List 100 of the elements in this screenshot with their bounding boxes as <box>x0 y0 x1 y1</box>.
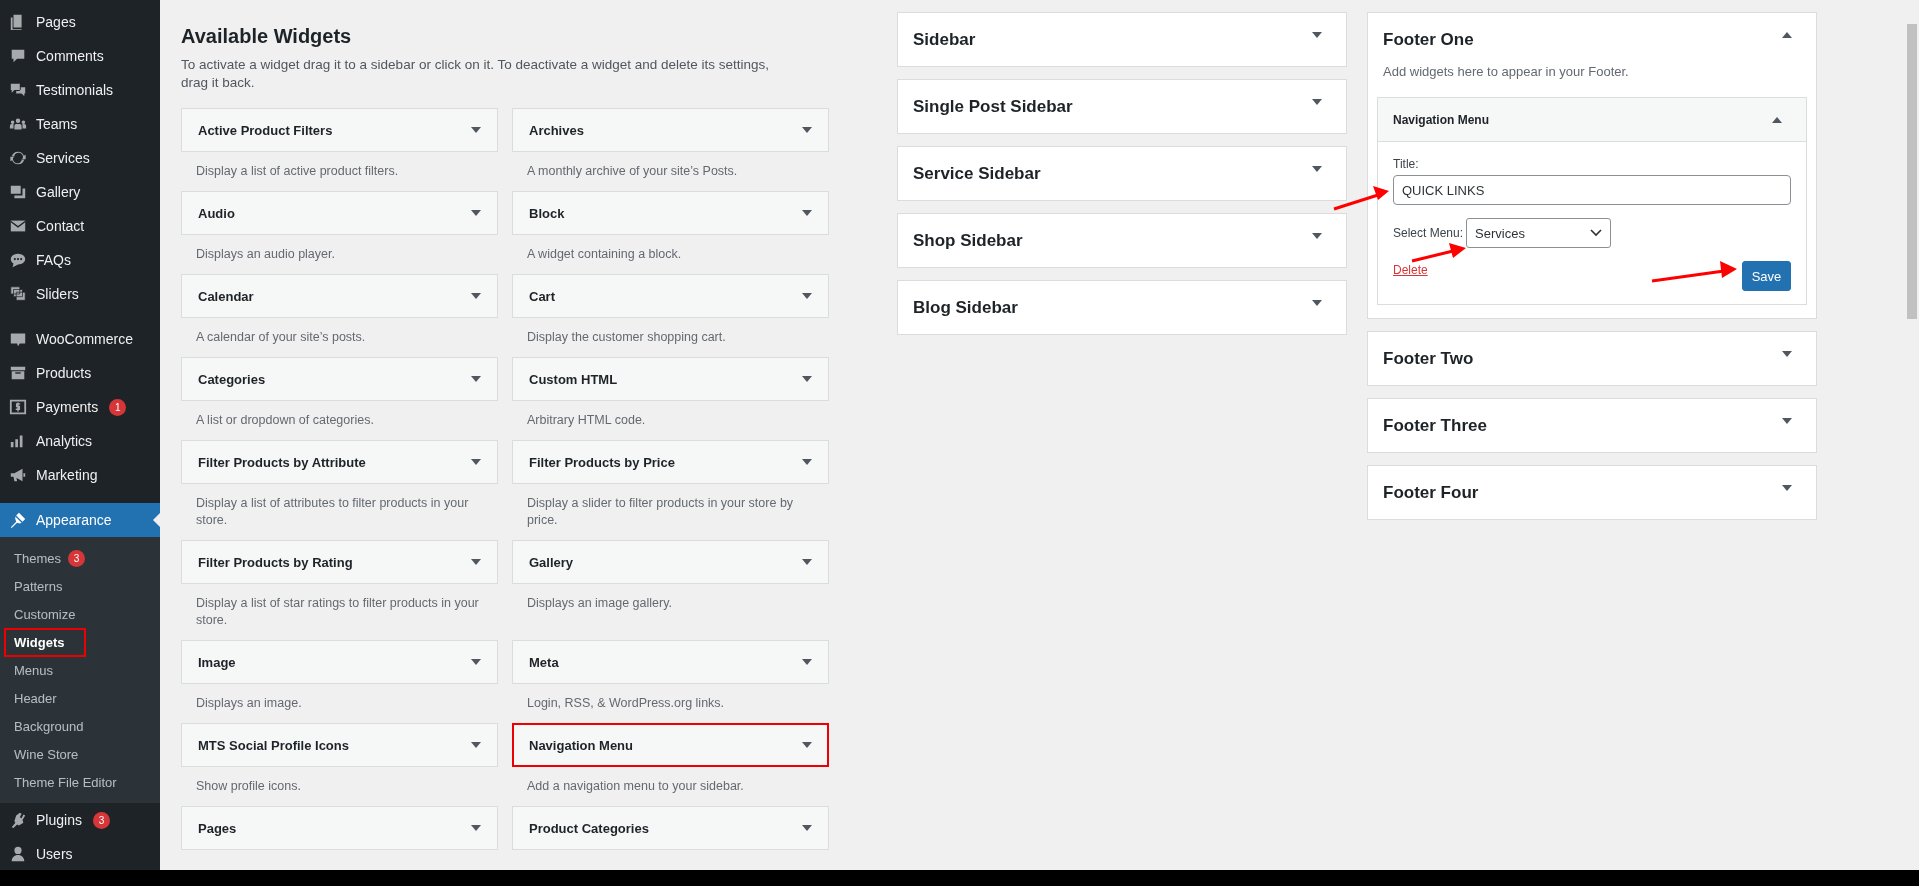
menu-item[interactable]: Gallery <box>0 175 160 209</box>
widget-header[interactable]: Meta <box>512 640 829 684</box>
menu-item[interactable]: Contact <box>0 209 160 243</box>
submenu-item[interactable]: Header <box>4 683 67 713</box>
widget-title: Audio <box>198 205 235 221</box>
widget-title: Categories <box>198 371 266 387</box>
section-title: Available Widgets <box>181 25 353 48</box>
sidebar-panel[interactable]: Single Post Sidebar <box>897 79 1347 134</box>
widget-header[interactable]: Filter Products by Price <box>512 440 829 484</box>
menu-item[interactable]: Services <box>0 141 160 175</box>
widget-title: Meta <box>529 654 559 670</box>
sidebar-description: Add widgets here to appear in your Footer. <box>1382 64 1630 81</box>
field-label: Title: <box>1393 157 1420 171</box>
sidebar-title: Blog Sidebar <box>913 297 1018 318</box>
widget-description: A widget containing a block. <box>526 246 683 263</box>
menu-item[interactable]: Sliders <box>0 277 160 311</box>
sidebar-panel[interactable]: Shop Sidebar <box>897 213 1347 268</box>
sidebar-title: Shop Sidebar <box>913 230 1023 251</box>
widget-header[interactable]: Archives <box>512 108 829 152</box>
sidebar-title: Footer Three <box>1383 415 1487 436</box>
widget-header[interactable]: Image <box>181 640 498 684</box>
widget-header[interactable]: Pages <box>181 806 498 850</box>
widget-description: Display a list of attributes to filter products in your store. <box>195 495 470 529</box>
count-badge: 1 <box>109 398 127 416</box>
widget-header[interactable]: Custom HTML <box>512 357 829 401</box>
field-label: Select Menu: <box>1393 226 1464 240</box>
widget-header[interactable]: Categories <box>181 357 498 401</box>
widget-description: A list or dropdown of categories. <box>195 412 375 429</box>
widget-header[interactable]: MTS Social Profile Icons <box>181 723 498 767</box>
submenu-item[interactable]: Theme File Editor <box>4 767 127 797</box>
save-button[interactable]: Save <box>1742 261 1791 291</box>
widget-description: Arbitrary HTML code. <box>526 412 647 429</box>
menu-item[interactable]: Appearance <box>0 503 160 537</box>
widget-header[interactable]: Active Product Filters <box>181 108 498 152</box>
menu-item[interactable]: Users <box>0 837 160 870</box>
sidebar-panel[interactable]: Footer Two <box>1367 331 1817 386</box>
submenu-item[interactable]: Menus <box>4 655 64 685</box>
widget-header[interactable]: Audio <box>181 191 498 235</box>
sidebar-title: Footer Two <box>1383 348 1474 369</box>
widget-description: Login, RSS, & WordPress.org links. <box>526 695 726 712</box>
widget-title: MTS Social Profile Icons <box>198 737 349 753</box>
sidebar-title: Footer Four <box>1383 482 1479 503</box>
widget-title: Archives <box>529 122 584 138</box>
widget-description: Displays an image. <box>195 695 303 712</box>
widget-title: Pages <box>198 820 237 836</box>
widget-description: Display a list of active product filters. <box>195 163 400 180</box>
widget-header[interactable]: Product Categories <box>512 806 829 850</box>
sidebar-panel[interactable]: Footer One Add widgets here to appear in your Footer. Navigation Menu Title: QUICK LINKS Select Menu: Services Delete Save <box>1367 12 1817 319</box>
widget-title: Navigation Menu <box>529 737 633 753</box>
sidebar-title: Service Sidebar <box>913 163 1041 184</box>
widget-title: Filter Products by Attribute <box>198 454 366 470</box>
widget-description: Display the customer shopping cart. <box>526 329 727 346</box>
menu-item[interactable]: Analytics <box>0 424 160 458</box>
widget-header[interactable]: Block <box>512 191 829 235</box>
menu-item[interactable]: Comments <box>0 39 160 73</box>
widget-header[interactable]: Filter Products by Attribute <box>181 440 498 484</box>
widget-title: Filter Products by Price <box>529 454 675 470</box>
sidebar-panel[interactable]: Service Sidebar <box>897 146 1347 201</box>
widget-title: Filter Products by Rating <box>198 554 353 570</box>
widget-description: Displays an audio player. <box>195 246 336 263</box>
widget-description: A calendar of your site’s posts. <box>195 329 367 346</box>
submenu-item[interactable]: Patterns <box>4 571 73 601</box>
widget-title: Block <box>529 205 565 221</box>
menu-item[interactable]: Payments 1 <box>0 390 160 424</box>
sidebar-title: Footer One <box>1383 29 1474 50</box>
sidebar-title: Sidebar <box>913 29 976 50</box>
sidebar-panel[interactable]: Footer Three <box>1367 398 1817 453</box>
submenu-item[interactable]: Wine Store <box>4 739 89 769</box>
widget-description: Add a navigation menu to your sidebar. <box>526 778 745 795</box>
widget-description: Display a list of star ratings to filter products in your store. <box>195 595 480 629</box>
sidebar-panel[interactable]: Blog Sidebar <box>897 280 1347 335</box>
count-badge: 3 <box>92 811 110 829</box>
submenu-item[interactable]: Themes 3 <box>4 542 95 574</box>
menu-item[interactable]: Plugins 3 <box>0 803 160 837</box>
widget-title: Active Product Filters <box>198 122 333 138</box>
menu-item[interactable]: Products <box>0 356 160 390</box>
delete-link[interactable]: Delete <box>1393 263 1428 277</box>
widget-header[interactable]: Filter Products by Rating <box>181 540 498 584</box>
widget-title: Image <box>198 654 236 670</box>
widget-header[interactable]: Navigation Menu <box>512 723 829 767</box>
menu-item[interactable]: Pages <box>0 5 160 39</box>
widget-header[interactable]: Cart <box>512 274 829 318</box>
title-field[interactable]: QUICK LINKS <box>1393 175 1791 205</box>
menu-item[interactable]: Testimonials <box>0 73 160 107</box>
widget-title: Calendar <box>198 288 254 304</box>
menu-item[interactable]: Teams <box>0 107 160 141</box>
menu-item[interactable]: FAQs <box>0 243 160 277</box>
submenu-item[interactable]: Background <box>4 711 94 741</box>
widget-header[interactable]: Gallery <box>512 540 829 584</box>
sidebar-panel[interactable]: Sidebar <box>897 12 1347 67</box>
submenu-item[interactable]: Widgets <box>4 627 87 657</box>
widget-header[interactable]: Calendar <box>181 274 498 318</box>
menu-item[interactable]: Marketing <box>0 458 160 492</box>
menu-item[interactable]: WooCommerce <box>0 322 160 356</box>
submenu-item[interactable]: Customize <box>4 599 86 629</box>
widget-description: Displays an image gallery. <box>526 595 673 612</box>
widget-title: Cart <box>529 288 555 304</box>
sidebar-panel[interactable]: Footer Four <box>1367 465 1817 520</box>
section-description: To activate a widget drag it to a sidebar or click on it. To deactivate a widget and delete its settings, drag it back. <box>181 56 771 92</box>
menu-select[interactable]: Services <box>1466 218 1612 248</box>
